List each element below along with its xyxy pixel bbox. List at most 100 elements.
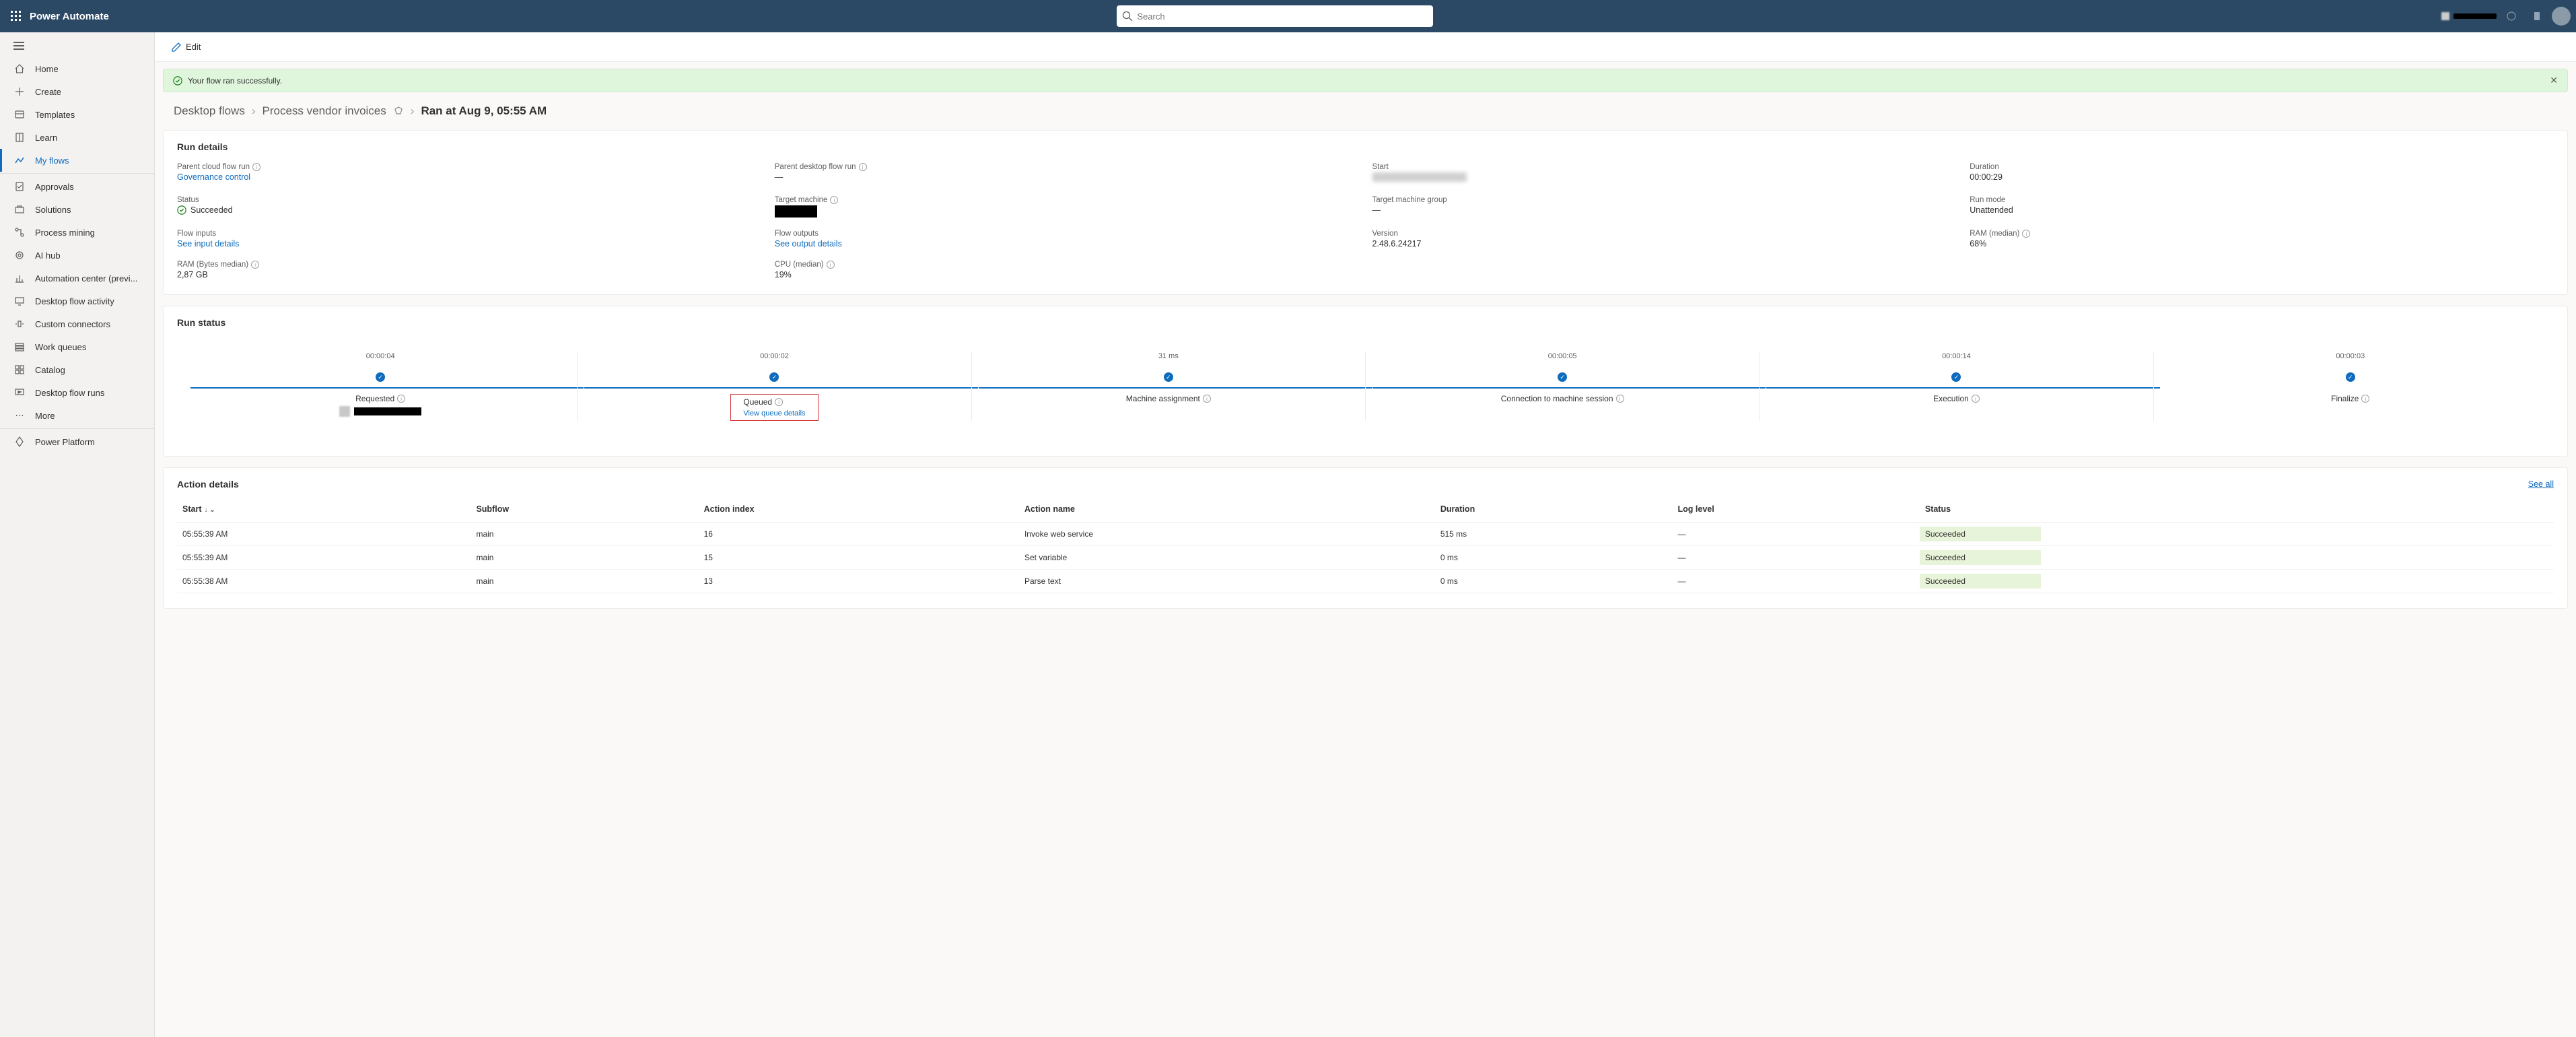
info-icon[interactable]: i bbox=[397, 395, 405, 403]
check-dot-icon: ✓ bbox=[1164, 372, 1173, 382]
sidebar-item-learn[interactable]: Learn bbox=[0, 126, 154, 149]
sidebar-item-label: Process mining bbox=[35, 228, 95, 238]
table-row[interactable]: 05:55:38 AM main 13 Parse text 0 ms — Su… bbox=[177, 570, 2554, 593]
col-start[interactable]: Start↓ ⌄ bbox=[177, 496, 471, 523]
settings-icon[interactable] bbox=[2501, 5, 2522, 27]
main-content: Edit Your flow ran successfully. ✕ Deskt… bbox=[155, 32, 2576, 1037]
edit-label: Edit bbox=[186, 42, 201, 52]
premium-icon bbox=[393, 106, 404, 116]
sidebar-toggle-icon[interactable] bbox=[0, 36, 154, 57]
breadcrumb-flow[interactable]: Process vendor invoices bbox=[263, 104, 386, 118]
col-name[interactable]: Action name bbox=[1019, 496, 1435, 523]
app-title: Power Automate bbox=[30, 11, 109, 22]
info-icon[interactable]: i bbox=[830, 196, 838, 204]
timeline-step: 00:00:02 ✓ Queued i View queue details bbox=[577, 352, 971, 421]
info-icon[interactable]: i bbox=[252, 163, 260, 171]
info-icon[interactable]: i bbox=[1203, 395, 1211, 403]
app-launcher-icon[interactable] bbox=[5, 5, 27, 27]
environment-pill[interactable] bbox=[2453, 13, 2497, 19]
sidebar-item-create[interactable]: Create bbox=[0, 80, 154, 103]
col-duration[interactable]: Duration bbox=[1435, 496, 1673, 523]
table-row[interactable]: 05:55:39 AM main 15 Set variable 0 ms — … bbox=[177, 546, 2554, 570]
detail-ram-median: RAM (median)i68% bbox=[1970, 230, 2554, 248]
info-icon[interactable]: i bbox=[2361, 395, 2369, 403]
runs-icon bbox=[13, 387, 26, 399]
avatar[interactable] bbox=[2552, 7, 2571, 26]
sidebar-item-solutions[interactable]: Solutions bbox=[0, 198, 154, 221]
sidebar-item-process-mining[interactable]: Process mining bbox=[0, 221, 154, 244]
timeline-duration: 00:00:02 bbox=[760, 352, 789, 360]
sidebar-item-label: Create bbox=[35, 87, 61, 97]
sidebar-item-label: Approvals bbox=[35, 182, 74, 192]
chevron-right-icon: › bbox=[252, 104, 256, 118]
search-box[interactable] bbox=[1117, 5, 1433, 27]
sidebar-item-home[interactable]: Home bbox=[0, 57, 154, 80]
check-circle-icon bbox=[177, 205, 186, 215]
col-subflow[interactable]: Subflow bbox=[471, 496, 698, 523]
timeline-step: 00:00:03 ✓Finalize i bbox=[2153, 352, 2547, 421]
timeline-duration: 31 ms bbox=[1158, 352, 1179, 360]
sidebar-item-desktop-activity[interactable]: Desktop flow activity bbox=[0, 290, 154, 312]
timeline-duration: 00:00:04 bbox=[366, 352, 395, 360]
close-icon[interactable]: ✕ bbox=[2550, 75, 2558, 86]
table-row[interactable]: 05:55:39 AM main 16 Invoke web service 5… bbox=[177, 523, 2554, 546]
info-icon[interactable]: i bbox=[1616, 395, 1624, 403]
info-icon[interactable]: i bbox=[827, 261, 835, 269]
see-output-link[interactable]: See output details bbox=[775, 239, 1359, 248]
detail-flow-outputs: Flow outputsSee output details bbox=[775, 230, 1359, 248]
sidebar-item-catalog[interactable]: Catalog bbox=[0, 358, 154, 381]
breadcrumb-root[interactable]: Desktop flows bbox=[174, 104, 245, 118]
sidebar-item-label: My flows bbox=[35, 156, 69, 166]
detail-flow-inputs: Flow inputsSee input details bbox=[177, 230, 761, 248]
detail-ram-bytes: RAM (Bytes median)i2,87 GB bbox=[177, 261, 761, 279]
sidebar-item-label: Power Platform bbox=[35, 437, 95, 447]
timeline-label: Finalize i bbox=[2331, 394, 2369, 403]
home-icon bbox=[13, 63, 26, 75]
search-input[interactable] bbox=[1137, 11, 1428, 22]
view-queue-link[interactable]: View queue details bbox=[743, 409, 805, 417]
ai-icon bbox=[13, 249, 26, 261]
info-icon[interactable]: i bbox=[775, 398, 783, 406]
sidebar-item-ai-hub[interactable]: AI hub bbox=[0, 244, 154, 267]
sidebar-item-label: Home bbox=[35, 64, 59, 74]
sidebar-item-work-queues[interactable]: Work queues bbox=[0, 335, 154, 358]
info-icon[interactable]: i bbox=[251, 261, 259, 269]
timeline-step: 31 ms ✓Machine assignment i bbox=[971, 352, 1365, 421]
sidebar-item-label: Templates bbox=[35, 110, 75, 120]
breadcrumb-current: Ran at Aug 9, 05:55 AM bbox=[421, 104, 547, 118]
help-icon[interactable] bbox=[2526, 5, 2548, 27]
edit-button[interactable]: Edit bbox=[171, 42, 201, 53]
sidebar-item-label: Solutions bbox=[35, 205, 71, 215]
sidebar-item-more[interactable]: ⋯More bbox=[0, 404, 154, 427]
sidebar-item-automation-center[interactable]: Automation center (previ... bbox=[0, 267, 154, 290]
sidebar-item-my-flows[interactable]: My flows bbox=[0, 149, 154, 172]
requester bbox=[339, 406, 421, 417]
sidebar-item-connectors[interactable]: Custom connectors bbox=[0, 312, 154, 335]
env-icon bbox=[2441, 12, 2449, 20]
approvals-icon bbox=[13, 180, 26, 193]
info-icon[interactable]: i bbox=[2022, 230, 2030, 238]
status-badge: Succeeded bbox=[1920, 574, 2041, 589]
timeline-step: 00:00:04 ✓Requested i bbox=[184, 352, 577, 421]
detail-start: Start bbox=[1372, 163, 1957, 184]
info-icon[interactable]: i bbox=[1972, 395, 1980, 403]
sidebar-item-label: Catalog bbox=[35, 365, 65, 375]
col-index[interactable]: Action index bbox=[699, 496, 1019, 523]
queue-icon bbox=[13, 341, 26, 353]
timeline-step: 00:00:05 ✓Connection to machine session … bbox=[1365, 352, 1759, 421]
col-status[interactable]: Status bbox=[1920, 496, 2554, 523]
sidebar-item-templates[interactable]: Templates bbox=[0, 103, 154, 126]
see-all-link[interactable]: See all bbox=[2528, 479, 2554, 489]
sidebar-item-desktop-runs[interactable]: Desktop flow runs bbox=[0, 381, 154, 404]
info-icon[interactable]: i bbox=[859, 163, 867, 171]
check-dot-icon: ✓ bbox=[1558, 372, 1567, 382]
sidebar-item-power-platform[interactable]: Power Platform bbox=[0, 430, 154, 453]
parent-cloud-link[interactable]: Governance control bbox=[177, 172, 761, 182]
sidebar-item-label: AI hub bbox=[35, 250, 61, 261]
action-details-card: Action details See all Start↓ ⌄ Subflow … bbox=[163, 467, 2568, 609]
detail-run-mode: Run modeUnattended bbox=[1970, 196, 2554, 218]
see-input-link[interactable]: See input details bbox=[177, 239, 761, 248]
col-log[interactable]: Log level bbox=[1673, 496, 1920, 523]
sidebar-item-approvals[interactable]: Approvals bbox=[0, 175, 154, 198]
sidebar-item-label: Desktop flow runs bbox=[35, 388, 104, 398]
